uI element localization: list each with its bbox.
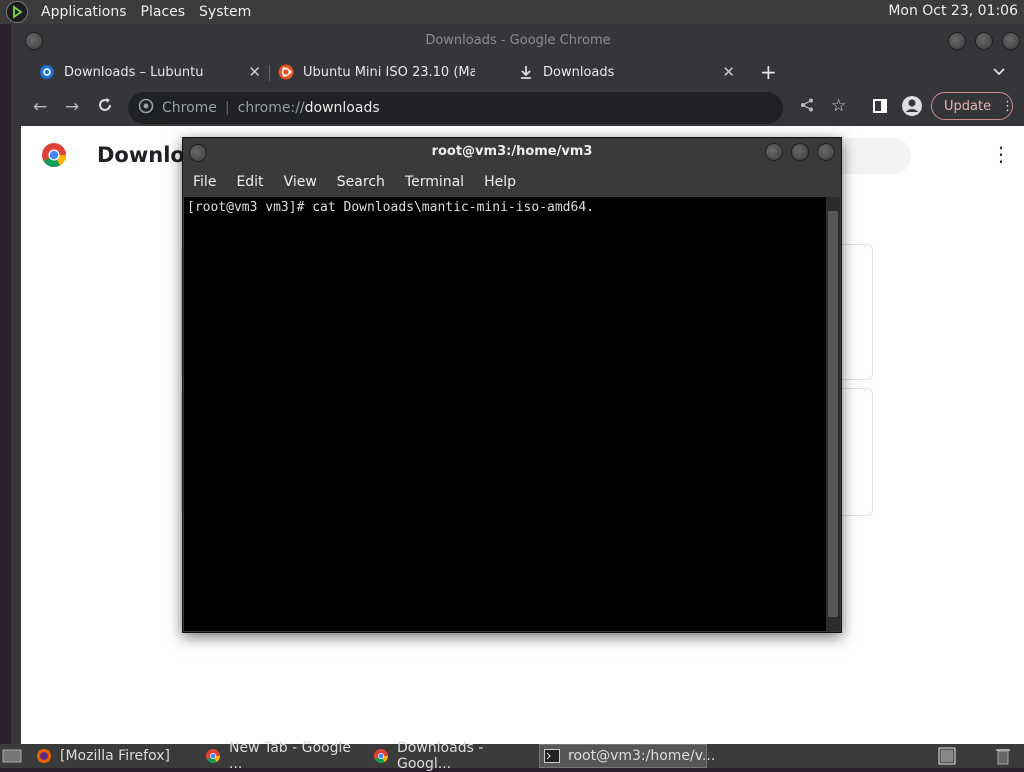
- page-menu-kebab-icon[interactable]: ⋮: [991, 142, 1011, 166]
- tab-close-icon[interactable]: ✕: [722, 63, 735, 81]
- terminal-title: root@vm3:/home/vm3: [431, 144, 593, 159]
- chrome-icon: [205, 748, 221, 764]
- taskbar-item-firefox[interactable]: [Mozilla Firefox]: [36, 744, 196, 768]
- omnibox-path: downloads: [304, 100, 380, 116]
- terminal-menu-edit[interactable]: Edit: [226, 174, 273, 190]
- terminal-icon: [544, 748, 560, 764]
- terminal-menu-search[interactable]: Search: [327, 174, 395, 190]
- terminal-menu-view[interactable]: View: [274, 174, 327, 190]
- new-tab-icon[interactable]: +: [760, 57, 780, 87]
- tab-ubuntu-mini-iso[interactable]: Ubuntu Mini ISO 23.10 (Mantic: [278, 57, 478, 87]
- tab-label: Ubuntu Mini ISO 23.10 (Mantic: [303, 64, 475, 80]
- terminal-window: root@vm3:/home/vm3 File Edit View Search…: [182, 137, 842, 633]
- taskbar: [Mozilla Firefox] New Tab - Google ... D…: [0, 740, 1024, 772]
- desktop-background: [0, 24, 10, 744]
- terminal-scrollbar[interactable]: [826, 197, 840, 631]
- ubuntu-icon: [278, 64, 294, 80]
- menu-system[interactable]: System: [192, 4, 258, 20]
- share-icon[interactable]: [800, 98, 814, 116]
- minimize-button[interactable]: [948, 32, 966, 50]
- tab-downloads-lubuntu[interactable]: Downloads – Lubuntu ✕: [39, 57, 261, 87]
- profile-avatar-icon[interactable]: [901, 95, 923, 122]
- lubuntu-icon: [39, 64, 55, 80]
- taskbar-item-terminal[interactable]: root@vm3:/home/v...: [539, 744, 715, 768]
- chrome-icon: [373, 748, 389, 764]
- taskbar-item-label: Downloads - Googl...: [397, 740, 484, 772]
- omnibox-site-label: Chrome: [162, 100, 217, 116]
- tab-close-icon[interactable]: ✕: [248, 63, 261, 81]
- terminal-output[interactable]: [root@vm3 vm3]# cat Downloads\mantic-min…: [184, 197, 826, 631]
- chrome-site-icon: [138, 98, 154, 118]
- panel-clock[interactable]: Mon Oct 23, 01:06: [888, 3, 1018, 19]
- terminal-command-line: [root@vm3 vm3]# cat Downloads\mantic-min…: [187, 200, 594, 215]
- terminal-menu-help[interactable]: Help: [474, 174, 526, 190]
- update-label: Update: [944, 98, 992, 114]
- terminal-menubar: File Edit View Search Terminal Help: [183, 168, 841, 196]
- desktop-logo-icon[interactable]: [6, 1, 28, 23]
- terminal-menu-file[interactable]: File: [183, 174, 226, 190]
- tab-downloads[interactable]: Downloads ✕: [518, 57, 735, 87]
- taskbar-item-downloads[interactable]: Downloads - Googl...: [373, 740, 533, 772]
- back-arrow-icon[interactable]: ←: [33, 97, 47, 117]
- terminal-maximize-button[interactable]: [791, 143, 809, 161]
- menu-places[interactable]: Places: [134, 4, 193, 20]
- taskbar-item-label: New Tab - Google ...: [229, 740, 352, 772]
- kebab-menu-icon: ⋮: [1001, 98, 1015, 114]
- browser-toolbar: ← → Chrome | chrome:// downloads ☆ Updat…: [11, 90, 1024, 126]
- omnibox-scheme: chrome://: [237, 100, 305, 116]
- show-desktop-icon[interactable]: [2, 744, 26, 768]
- download-icon: [518, 64, 534, 80]
- forward-arrow-icon[interactable]: →: [65, 97, 79, 117]
- terminal-menu-terminal[interactable]: Terminal: [395, 174, 474, 190]
- terminal-minimize-button[interactable]: [765, 143, 783, 161]
- top-panel: Applications Places System Mon Oct 23, 0…: [0, 0, 1024, 24]
- tab-strip: Downloads – Lubuntu ✕ Ubuntu Mini ISO 23…: [11, 57, 1024, 87]
- menu-applications[interactable]: Applications: [34, 4, 134, 20]
- bookmark-star-icon[interactable]: ☆: [831, 96, 846, 116]
- address-bar[interactable]: Chrome | chrome:// downloads ☆: [128, 92, 846, 124]
- chrome-window-title: Downloads - Google Chrome: [425, 33, 611, 48]
- firefox-icon: [36, 748, 52, 764]
- tab-label: Downloads: [543, 64, 615, 80]
- side-panel-icon[interactable]: [873, 98, 887, 118]
- tab-search-chevron-down-icon[interactable]: [993, 57, 1013, 87]
- terminal-scrollbar-thumb[interactable]: [828, 211, 838, 617]
- terminal-close-button[interactable]: [817, 143, 835, 161]
- update-button[interactable]: Update ⋮: [931, 92, 1015, 120]
- reload-icon[interactable]: [97, 97, 113, 118]
- tab-label: Downloads – Lubuntu: [64, 64, 204, 80]
- maximize-button[interactable]: [975, 32, 993, 50]
- trash-icon[interactable]: [994, 744, 1020, 768]
- chrome-logo-icon: [41, 142, 67, 172]
- close-window-button[interactable]: [1002, 32, 1020, 50]
- taskbar-item-label: [Mozilla Firefox]: [60, 748, 170, 764]
- tab-separator: [269, 65, 270, 81]
- workspace-switcher-icon[interactable]: [938, 744, 958, 768]
- taskbar-item-new-tab[interactable]: New Tab - Google ...: [205, 740, 365, 772]
- taskbar-item-label: root@vm3:/home/v...: [568, 748, 716, 764]
